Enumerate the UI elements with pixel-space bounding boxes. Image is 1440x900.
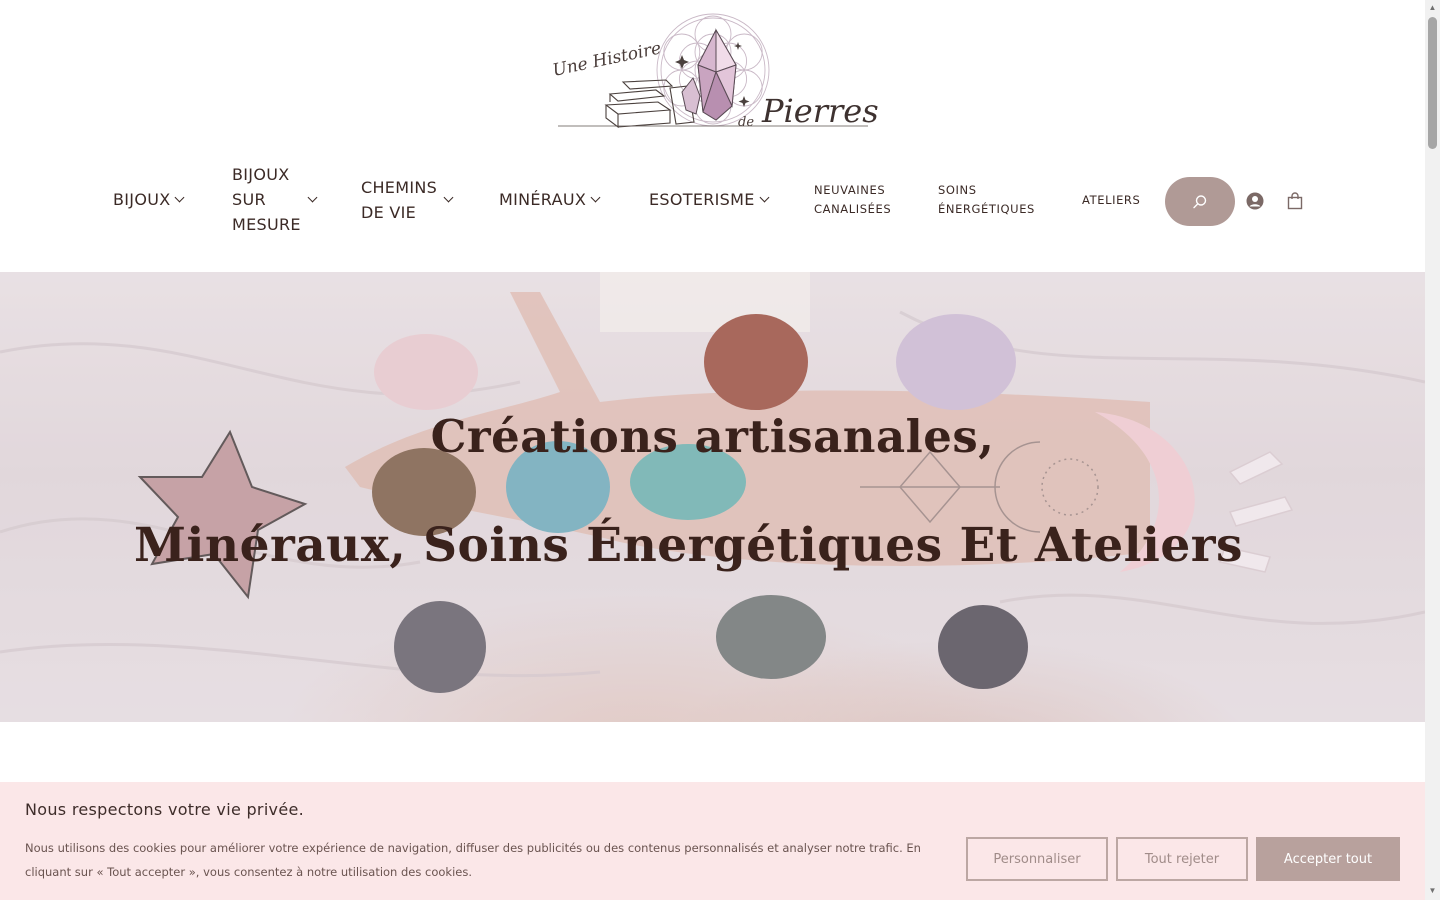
logo-illustration: Une Histoire de Pierres bbox=[551, 13, 878, 130]
account-icon bbox=[1246, 192, 1264, 210]
hero-title-line1: Créations artisanales, bbox=[430, 410, 995, 463]
chevron-down-icon bbox=[307, 192, 318, 202]
nav-item-chemins-de-vie[interactable]: CHEMINS DE VIE bbox=[361, 175, 454, 225]
scroll-up-arrow-icon[interactable]: ▲ bbox=[1428, 3, 1437, 12]
nav-item-label-line: BIJOUX bbox=[232, 165, 290, 184]
chevron-down-icon bbox=[590, 192, 601, 202]
nav-item-label-line: CHEMINS bbox=[361, 178, 438, 197]
nav-item-label-line: MESURE bbox=[232, 215, 301, 234]
nav-item-label-line: SUR bbox=[232, 190, 266, 209]
scrollbar-thumb[interactable] bbox=[1428, 17, 1437, 149]
cookie-accept-button[interactable]: Accepter tout bbox=[1256, 837, 1400, 881]
site-logo[interactable]: Une Histoire de Pierres bbox=[548, 10, 878, 136]
scroll-down-arrow-icon[interactable]: ▼ bbox=[1428, 886, 1437, 895]
nav-item-neuvaines-canalisees[interactable]: NEUVAINES CANALISÉES bbox=[814, 181, 891, 219]
svg-text:de: de bbox=[738, 115, 754, 130]
hero-overlay bbox=[0, 272, 1425, 722]
cookie-reject-button[interactable]: Tout rejeter bbox=[1116, 837, 1248, 881]
account-button[interactable] bbox=[1245, 191, 1265, 211]
chevron-down-icon bbox=[175, 192, 185, 202]
nav-item-label-line: NEUVAINES bbox=[814, 183, 886, 197]
nav-item-bijoux[interactable]: BIJOUX bbox=[113, 187, 185, 212]
chevron-down-icon bbox=[443, 192, 454, 203]
search-button[interactable] bbox=[1165, 177, 1235, 226]
page: Une Histoire de Pierres BIJOUX BIJOUX SU… bbox=[0, 0, 1425, 900]
cookie-banner-text: Nous utilisons des cookies pour améliore… bbox=[25, 841, 921, 879]
nav-item-bijoux-sur-mesure[interactable]: BIJOUX SUR MESURE bbox=[232, 162, 318, 237]
hero-title-line2: Minéraux, Soins Énergétiques Et Ateliers bbox=[134, 518, 1243, 573]
cart-button[interactable] bbox=[1285, 191, 1305, 211]
nav-item-label-line: SOINS bbox=[938, 183, 977, 197]
search-icon bbox=[1193, 194, 1207, 208]
nav-item-label: ATELIERS bbox=[1082, 193, 1141, 207]
chevron-down-icon bbox=[759, 192, 770, 202]
svg-text:Une Histoire: Une Histoire bbox=[551, 38, 663, 81]
cart-icon bbox=[1287, 192, 1303, 210]
nav-item-mineraux[interactable]: MINÉRAUX bbox=[499, 187, 601, 212]
nav-item-label-line: ÉNERGÉTIQUES bbox=[938, 202, 1035, 216]
cookie-banner-title: Nous respectons votre vie privée. bbox=[25, 800, 305, 819]
nav-item-esoterisme[interactable]: ESOTERISME bbox=[649, 187, 770, 212]
hero-banner bbox=[0, 272, 1425, 722]
nav-item-label-line: DE VIE bbox=[361, 203, 417, 222]
nav-item-label: ESOTERISME bbox=[649, 190, 755, 209]
svg-text:Pierres: Pierres bbox=[761, 92, 878, 130]
nav-item-ateliers[interactable]: ATELIERS bbox=[1082, 191, 1140, 210]
nav-item-label-line: CANALISÉES bbox=[814, 202, 892, 216]
nav-item-label: MINÉRAUX bbox=[499, 190, 587, 209]
nav-item-label: BIJOUX bbox=[113, 190, 171, 209]
cookie-customize-button[interactable]: Personnaliser bbox=[966, 837, 1108, 881]
nav-item-soins-energetiques[interactable]: SOINS ÉNERGÉTIQUES bbox=[938, 181, 1035, 219]
